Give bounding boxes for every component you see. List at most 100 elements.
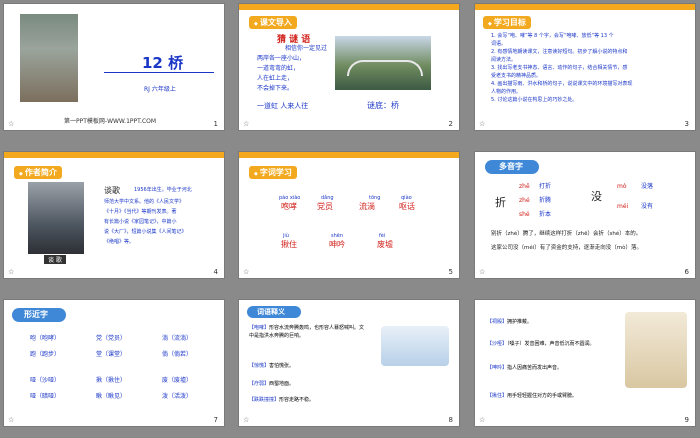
- py-she: shé: [519, 211, 530, 218]
- author-name: 谈歌: [104, 186, 120, 195]
- slide-star-icon: ☆: [479, 268, 486, 276]
- example-sentence-1: 别折（zhé）腾了，继续这样打折（zhē）会折（shé）本的。: [491, 231, 642, 237]
- slide-star-icon: ☆: [8, 416, 15, 424]
- pair-5-a: 揪（揪住）: [96, 377, 127, 384]
- riddle-line-1: 相信你一定见过: [285, 45, 328, 52]
- py-zhe2: zhé: [519, 197, 530, 204]
- rescue-illustration: [625, 312, 687, 388]
- slide-thumbnail-6[interactable]: 多音字 折 zhē 打折 zhé 折腾 shé 折本 没 mò 没落 méi 没…: [474, 151, 696, 279]
- slide-thumbnail-4[interactable]: 作者简介 谈 歌 谈歌 1956年出生。毕业于河北 师范大学中文系。他的《人民文…: [3, 151, 225, 279]
- slide-number: 5: [448, 268, 453, 276]
- riddle-line-2: 两岸各一座小山，: [257, 55, 306, 62]
- slide-thumbnail-7[interactable]: 形近字 咆（咆哮） 跑（跑步） 党（党员） 堂（课堂） 淌（流淌） 倘（倘若） …: [3, 299, 225, 427]
- intro-line-5: 说《大厂》，短篇小说集《人间笔记》: [104, 229, 187, 235]
- slide-star-icon: ☆: [243, 416, 250, 424]
- slide-header-bar: [239, 4, 459, 10]
- slide-star-icon: ☆: [479, 120, 486, 128]
- entry-2: 【沙哑】（嗓子）发音困难，声音低沉而不圆润。: [487, 340, 615, 348]
- slide-number: 9: [684, 416, 689, 424]
- riddle-line-3: 一道弯弯的虹，: [257, 65, 300, 72]
- char-zhe: 折: [495, 196, 506, 209]
- slide-2-heading: 课文导入: [249, 16, 297, 29]
- word-jiuzhu: 揪住: [281, 240, 297, 249]
- goal-line-6: 受老支书的精神品质。: [491, 73, 542, 79]
- goal-line-5: 3. 找出写老支书神态、语言、动作的句子，结合相关情节，感: [491, 65, 628, 71]
- slide-7-heading: 形近字: [24, 310, 48, 319]
- slide-star-icon: ☆: [8, 268, 15, 276]
- pair-1-a: 咆（咆哮）: [30, 335, 61, 342]
- entry-4: 【揪住】用手轻轻握住对方的手或臂膀。: [487, 392, 577, 401]
- slide-thumbnail-3[interactable]: 学习目标 1. 会写“咆、哮”等 8 个字，会写“咆哮、放低”等 13 个 词语…: [474, 3, 696, 131]
- entry-3: 【疗弱】西蜀地面。: [249, 380, 294, 389]
- slide-thumbnail-9[interactable]: 【祠殿】拥护推戴。 【沙哑】（嗓子）发音困难，声音低沉而不圆润。 【呻吟】指人因…: [474, 299, 696, 427]
- slide-thumbnail-1[interactable]: 12 桥 RJ 六年级上 第一PPT模板网-WWW.1PPT.COM ☆ 1: [3, 3, 225, 131]
- intro-line-3: 《十月》《当代》等期刊发表。著: [104, 209, 177, 215]
- entry-1-key: 【祠殿】: [487, 319, 508, 325]
- entry-4-value: 用手轻轻握住对方的手或臂膀。: [507, 393, 578, 399]
- word-liutang: 流淌: [359, 202, 375, 211]
- slide-star-icon: ☆: [479, 416, 486, 424]
- word-moluo: 没落: [641, 183, 654, 190]
- entry-2-value: 害怕慌张。: [269, 363, 295, 369]
- pair-4-a: 哑（沙哑）: [30, 377, 61, 384]
- pair-3-a: 淌（流淌）: [162, 335, 193, 342]
- intro-line-2: 师范大学中文系。他的《人民文学》: [104, 199, 185, 205]
- entry-3-key: 【疗弱】: [249, 381, 270, 387]
- entry-4-key: 【揪住】: [487, 393, 508, 399]
- pair-5-b: 瞅（瞅见）: [96, 393, 127, 400]
- word-shenyin: 呻吟: [329, 240, 345, 249]
- pair-1-b: 跑（跑步）: [30, 351, 61, 358]
- entry-1-key: 【咆哮】: [249, 325, 270, 331]
- slide-1-footer: 第一PPT模板网-WWW.1PPT.COM: [64, 118, 157, 125]
- word-zheteng: 折腾: [539, 197, 552, 204]
- riddle-line-5: 不会掉下来。: [257, 85, 294, 92]
- char-mei: 没: [591, 190, 602, 203]
- intro-line-1: 1956年出生。毕业于河北: [134, 187, 192, 193]
- slide-6-heading: 多音字: [499, 162, 523, 171]
- pair-3-b: 倘（倘若）: [162, 351, 193, 358]
- entry-4-value: 形容走路不稳。: [279, 397, 315, 403]
- slide-number: 6: [684, 268, 689, 276]
- author-photo: [28, 182, 84, 254]
- flood-illustration: [381, 326, 449, 366]
- slide-1-subtitle: RJ 六年级上: [144, 86, 176, 93]
- goal-line-4: 阅读方法。: [491, 57, 517, 63]
- slide-number: 7: [213, 416, 218, 424]
- goal-line-2: 词语。: [491, 41, 507, 47]
- slide-5-heading: 字词学习: [249, 166, 297, 179]
- entry-4: 【跌跌撞撞】形容走路不稳。: [249, 396, 314, 405]
- goal-line-1: 1. 会写“咆、哮”等 8 个字，会写“咆哮、放低”等 13 个: [491, 33, 614, 39]
- py-mei: méi: [617, 203, 629, 210]
- word-dazhe: 打折: [539, 183, 552, 190]
- slide-thumbnail-5[interactable]: 字词学习 páo xiào 咆哮 dǎng 党员 tōng 流淌 qiào 呕话…: [238, 151, 460, 279]
- word-paoxiao: 咆哮: [281, 202, 297, 211]
- word-qiaohua: 呕话: [399, 202, 415, 211]
- entry-3: 【呻吟】指人因痛苦而发出声音。: [487, 364, 615, 372]
- entry-1: 【祠殿】拥护推戴。: [487, 318, 615, 326]
- slide-number: 2: [448, 120, 453, 128]
- py-zhe1: zhē: [519, 183, 530, 190]
- word-feixu: 废墟: [377, 240, 393, 249]
- answer-text: 桥: [391, 101, 399, 110]
- word-meiyou: 没有: [641, 203, 654, 210]
- slide-4-heading: 作者简介: [14, 166, 62, 179]
- slide-star-icon: ☆: [243, 268, 250, 276]
- pair-2-b: 堂（课堂）: [96, 351, 127, 358]
- entry-3-value: 指人因痛苦而发出声音。: [507, 365, 563, 371]
- slide-number: 1: [213, 120, 218, 128]
- entry-1-value: 拥护推戴。: [507, 319, 533, 325]
- entry-2-value: （嗓子）发音困难，声音低沉而不圆润。: [507, 341, 595, 347]
- riddle-line-4: 人在虹上走，: [257, 75, 294, 82]
- intro-line-4: 有长篇小说《家园笔记》，中篇小: [104, 219, 177, 225]
- intro-line-6: 《绝唱》等。: [104, 239, 135, 245]
- slide-number: 3: [684, 120, 689, 128]
- goal-line-7: 4. 画出描写雨、洪水和桥的句子，说说课文中的环境描写对表现: [491, 81, 633, 87]
- slide-header-bar: [239, 152, 459, 158]
- slide-thumbnail-8[interactable]: 词语释义 【咆哮】形容水流奔腾轰鸣，也形容人暴怒喊叫。文中是指洪水奔腾的巨响。 …: [238, 299, 460, 427]
- slide-star-icon: ☆: [243, 120, 250, 128]
- slide-thumbnail-2[interactable]: 课文导入 猜 谜 语 相信你一定见过 两岸各一座小山， 一道弯弯的虹， 人在虹上…: [238, 3, 460, 131]
- slide-1-title-underline: [104, 72, 214, 73]
- word-sheben: 折本: [539, 211, 552, 218]
- slide-star-icon: ☆: [8, 120, 15, 128]
- entry-1: 【咆哮】形容水流奔腾轰鸣，也形容人暴怒喊叫。文中是指洪水奔腾的巨响。: [249, 324, 367, 340]
